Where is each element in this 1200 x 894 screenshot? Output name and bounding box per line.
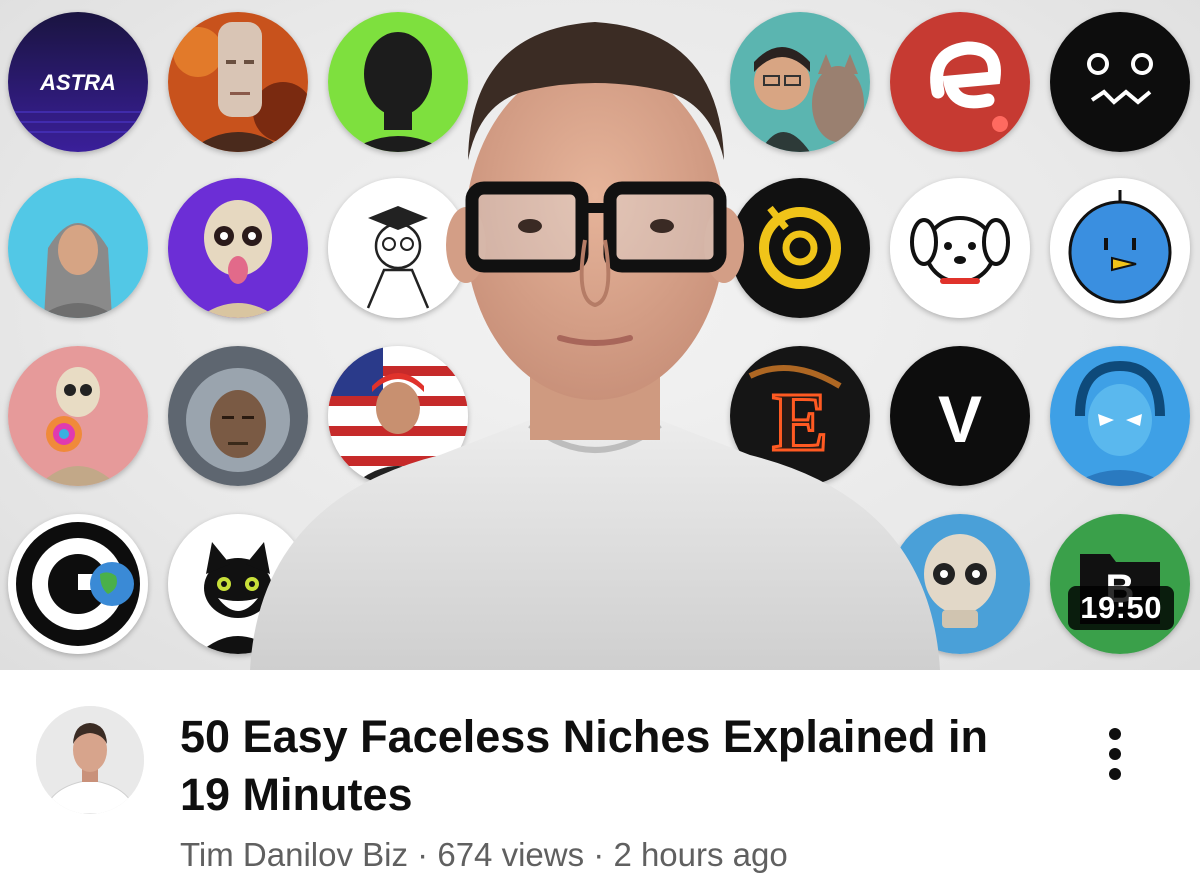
channel-avatar[interactable] [36, 706, 144, 814]
view-count: 674 views [437, 836, 585, 873]
blue-character-avatar [1050, 346, 1190, 486]
video-duration-badge: 19:50 [1068, 586, 1174, 630]
face-emoji-avatar [1050, 12, 1190, 152]
video-title[interactable]: 50 Easy Faceless Niches Explained in 19 … [180, 708, 1040, 824]
skeleton-lollipop-avatar [8, 346, 148, 486]
video-subtitle: Tim Danilov Biz · 674 views · 2 hours ag… [180, 836, 788, 874]
astra-logo-avatar: ASTRA [8, 12, 148, 152]
meta-separator: · [593, 836, 605, 873]
meta-separator: · [417, 836, 429, 873]
presenter-photo [240, 0, 950, 670]
hooded-person-avatar [8, 178, 148, 318]
astra-logo-text: ASTRA [39, 70, 116, 95]
blue-bird-avatar [1050, 178, 1190, 318]
channel-name[interactable]: Tim Danilov Biz [180, 836, 408, 873]
video-metadata: 50 Easy Faceless Niches Explained in 19 … [0, 670, 1200, 894]
b-folder-logo-avatar: B [1050, 514, 1190, 654]
g-earth-logo-avatar [8, 514, 148, 654]
upload-age: 2 hours ago [613, 836, 788, 873]
more-vert-icon[interactable] [1090, 714, 1140, 794]
video-thumbnail[interactable]: ASTRA E V 19:50 [0, 0, 1200, 670]
